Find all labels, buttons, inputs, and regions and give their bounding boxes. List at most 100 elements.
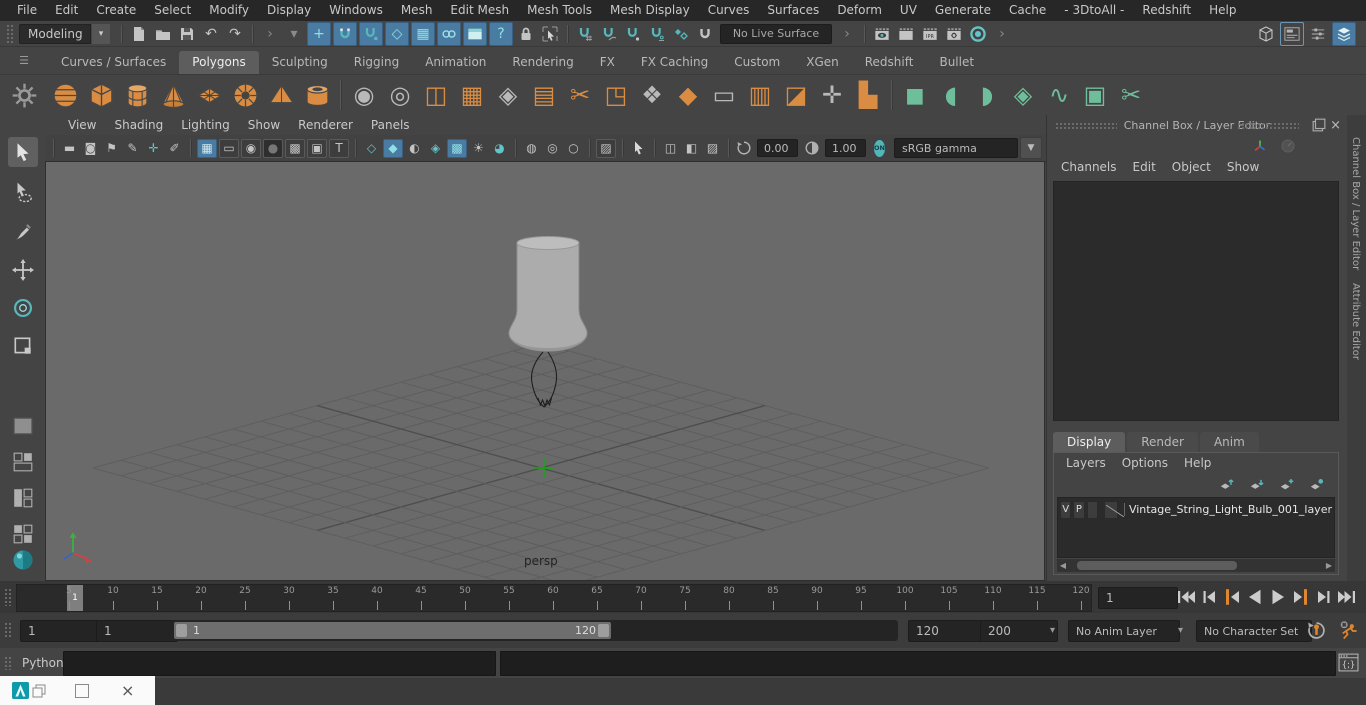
camera-icon[interactable]: ▬ bbox=[60, 139, 79, 158]
snap-to-planes-icon[interactable]: ◇ bbox=[385, 21, 409, 46]
poly-cone-icon[interactable] bbox=[156, 78, 190, 112]
layer-menu-options[interactable]: Options bbox=[1114, 456, 1176, 470]
snap-to-curves-icon[interactable] bbox=[333, 21, 357, 46]
layer-menu-help[interactable]: Help bbox=[1176, 456, 1219, 470]
menu-windows[interactable]: Windows bbox=[320, 0, 392, 21]
front-buffer-icon[interactable]: ◫ bbox=[661, 139, 680, 158]
film-gate-icon[interactable]: ▭ bbox=[219, 138, 239, 158]
current-frame-field[interactable]: 1 bbox=[1098, 587, 1178, 609]
isolate-select-icon[interactable]: ▨ bbox=[596, 138, 616, 158]
viewport-canvas[interactable]: persp bbox=[45, 161, 1045, 594]
range-slider-bar[interactable]: 1 120 bbox=[174, 622, 611, 639]
viewport-menu-lighting[interactable]: Lighting bbox=[172, 118, 239, 132]
modeling-toolkit-toggle-icon[interactable] bbox=[1255, 23, 1277, 45]
menu-deform[interactable]: Deform bbox=[828, 0, 891, 21]
combine-icon[interactable]: ◉ bbox=[347, 78, 381, 112]
menu-modify[interactable]: Modify bbox=[200, 0, 258, 21]
range-caret-icon[interactable]: ▾ bbox=[1050, 625, 1055, 636]
create-empty-layer-icon[interactable] bbox=[1276, 473, 1298, 495]
layout-single-pane-button[interactable] bbox=[8, 411, 38, 441]
command-result[interactable] bbox=[500, 651, 1336, 676]
lasso-tool[interactable] bbox=[8, 177, 38, 207]
transform-gizmo-icon[interactable]: ✛ bbox=[144, 139, 163, 158]
make-live-pair-icon[interactable] bbox=[670, 23, 692, 45]
back-buffer-icon[interactable]: ◧ bbox=[682, 139, 701, 158]
layer-color-swatch[interactable] bbox=[1103, 500, 1124, 519]
menu-create[interactable]: Create bbox=[87, 0, 145, 21]
ipr-render-icon[interactable]: IPR bbox=[919, 23, 941, 45]
menu-generate[interactable]: Generate bbox=[926, 0, 1000, 21]
history-fwd-icon[interactable]: › bbox=[836, 23, 858, 45]
quad-fill-icon[interactable]: ▙ bbox=[851, 78, 885, 112]
make-live-grid-icon[interactable] bbox=[574, 23, 596, 45]
insert-edge-loop-icon[interactable]: ▥ bbox=[743, 78, 777, 112]
bookmark-icon[interactable]: ⚑ bbox=[102, 139, 121, 158]
animation-start-field[interactable]: 1 bbox=[20, 620, 102, 642]
lighting-icon[interactable]: ☀ bbox=[469, 139, 488, 158]
menu-set-selector[interactable]: Modeling ▾ bbox=[19, 22, 111, 45]
bevel-icon[interactable]: ◆ bbox=[671, 78, 705, 112]
play-forwards-button[interactable] bbox=[1266, 586, 1289, 608]
layer-visibility-toggle[interactable]: V bbox=[1060, 500, 1072, 519]
exposure-field[interactable]: 0.00 bbox=[757, 139, 799, 157]
layout-two-pane-button[interactable] bbox=[8, 447, 38, 477]
mirror-icon[interactable]: ◫ bbox=[419, 78, 453, 112]
poly-plane-icon[interactable] bbox=[192, 78, 226, 112]
separate-icon[interactable]: ◎ bbox=[383, 78, 417, 112]
move-layer-up-icon[interactable] bbox=[1216, 473, 1238, 495]
history-caret-icon[interactable]: ▾ bbox=[283, 23, 305, 45]
gate-mask-icon[interactable]: ● bbox=[263, 138, 283, 158]
safe-action-icon[interactable]: ▣ bbox=[307, 138, 327, 158]
close-panel-icon[interactable]: × bbox=[1330, 119, 1341, 132]
script-editor-button[interactable]: {;} bbox=[1336, 651, 1360, 674]
layer-menu-layers[interactable]: Layers bbox=[1058, 456, 1114, 470]
snap-slate-icon[interactable] bbox=[463, 21, 487, 46]
viewport-menu-panels[interactable]: Panels bbox=[362, 118, 419, 132]
camera-attributes-icon[interactable]: ◙ bbox=[81, 139, 100, 158]
render-settings-icon[interactable] bbox=[943, 23, 965, 45]
make-live-axis-icon[interactable] bbox=[646, 23, 668, 45]
maximize-window-icon[interactable] bbox=[75, 683, 89, 698]
redo-icon[interactable]: ↷ bbox=[224, 23, 246, 45]
maya-app-icon[interactable] bbox=[12, 682, 29, 699]
menu-help[interactable]: Help bbox=[1200, 0, 1245, 21]
open-render-view-icon[interactable] bbox=[871, 23, 893, 45]
snap-to-points-icon[interactable] bbox=[359, 21, 383, 46]
playback-start-field[interactable]: 1 bbox=[96, 620, 178, 642]
viewport-menu-shading[interactable]: Shading bbox=[105, 118, 172, 132]
extrude-icon[interactable]: ◳ bbox=[599, 78, 633, 112]
layer-display-type-toggle[interactable] bbox=[1086, 500, 1098, 519]
animation-preferences-button[interactable] bbox=[1336, 618, 1360, 642]
channel-box-list[interactable] bbox=[1053, 181, 1339, 421]
open-scene-icon[interactable] bbox=[152, 23, 174, 45]
cmd-grip[interactable] bbox=[4, 656, 11, 670]
attribute-editor-toggle-icon[interactable] bbox=[1280, 21, 1304, 46]
step-back-frame-button[interactable] bbox=[1197, 586, 1220, 608]
axis-tripod-icon[interactable] bbox=[1249, 135, 1271, 157]
layer-tab-display[interactable]: Display bbox=[1053, 432, 1126, 453]
multi-cut-icon[interactable]: ✂ bbox=[563, 78, 597, 112]
history-back-icon[interactable]: › bbox=[259, 23, 281, 45]
shelf-tab-fx-caching[interactable]: FX Caching bbox=[628, 51, 721, 74]
menu-select[interactable]: Select bbox=[145, 0, 200, 21]
image-plane-icon[interactable]: ▨ bbox=[703, 139, 722, 158]
grid-toggle-icon[interactable]: ▦ bbox=[197, 138, 217, 158]
lock-selection-icon[interactable] bbox=[515, 23, 537, 45]
layout-three-pane-button[interactable] bbox=[8, 483, 38, 513]
menu--3dtoall-[interactable]: - 3DtoAll - bbox=[1055, 0, 1133, 21]
toon-shader-icon[interactable] bbox=[967, 23, 989, 45]
popout-icon[interactable] bbox=[1312, 118, 1326, 132]
shelf-tab-redshift[interactable]: Redshift bbox=[852, 51, 927, 74]
paint-select-tool[interactable] bbox=[8, 217, 38, 247]
layer-name[interactable]: Vintage_String_Light_Bulb_001_layer bbox=[1123, 503, 1332, 516]
layer-tab-anim[interactable]: Anim bbox=[1199, 432, 1259, 453]
remesh-icon[interactable]: ▦ bbox=[455, 78, 489, 112]
xray-joints-icon[interactable]: ◎ bbox=[543, 139, 562, 158]
move-layer-down-icon[interactable] bbox=[1246, 473, 1268, 495]
tab-channel-box[interactable]: Channel Box / Layer Editor bbox=[1350, 137, 1361, 270]
safe-title-icon[interactable]: T bbox=[329, 138, 349, 158]
gamma-dropdown-arrow-icon[interactable]: ▼ bbox=[1020, 137, 1042, 159]
poly-cube-icon[interactable] bbox=[84, 78, 118, 112]
layer-row[interactable]: V P Vintage_String_Light_Bulb_001_layer bbox=[1060, 499, 1332, 520]
menu-file[interactable]: File bbox=[8, 0, 46, 21]
